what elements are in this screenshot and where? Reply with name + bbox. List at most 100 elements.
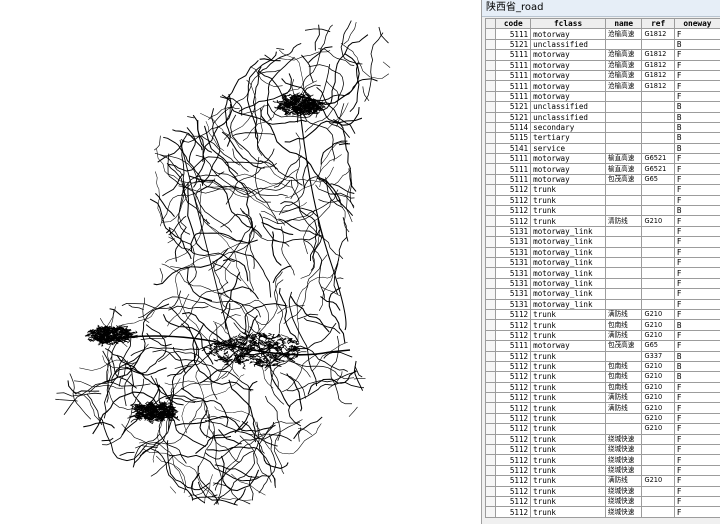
table-row[interactable]: 5112 trunk 满防线 G210 F [484, 308, 720, 321]
cell-oneway[interactable]: F [673, 277, 720, 290]
cell-name[interactable] [604, 412, 643, 425]
table-row[interactable]: 5112 trunk 绕城快速 F [484, 464, 720, 477]
cell-fclass[interactable]: motorway [530, 153, 606, 165]
cell-oneway[interactable]: F [673, 402, 720, 414]
table-row[interactable]: 5112 trunk 满防线 G210 F [484, 392, 720, 404]
table-row[interactable]: 5112 trunk 清防线 G210 F [484, 215, 720, 227]
cell-oneway[interactable]: F [673, 464, 720, 477]
row-selector[interactable] [484, 329, 497, 342]
cell-oneway[interactable]: F [673, 194, 720, 207]
cell-fclass[interactable]: motorway_link [530, 277, 606, 290]
table-row[interactable]: 5112 trunk F [484, 184, 720, 196]
row-selector[interactable] [484, 246, 497, 259]
cell-code[interactable]: 5141 [495, 142, 532, 155]
cell-oneway[interactable]: F [673, 215, 720, 227]
cell-oneway[interactable]: B [673, 360, 720, 373]
cell-ref[interactable] [641, 225, 675, 238]
row-selector[interactable] [484, 215, 497, 227]
cell-fclass[interactable]: motorway [530, 80, 606, 92]
column-header-name[interactable]: name [604, 17, 643, 30]
row-selector[interactable] [484, 256, 497, 269]
cell-oneway[interactable]: F [673, 236, 720, 248]
cell-ref[interactable]: G210 [641, 381, 675, 394]
cell-oneway[interactable]: F [673, 173, 720, 186]
table-row[interactable]: 5131 motorway_link F [484, 236, 720, 248]
table-row[interactable]: 5131 motorway_link F [484, 267, 720, 279]
column-header-ref[interactable]: ref [641, 17, 675, 30]
cell-code[interactable]: 5114 [495, 121, 532, 134]
row-selector[interactable] [484, 485, 497, 497]
cell-name[interactable]: 满防线 [604, 402, 643, 414]
cell-fclass[interactable]: motorway [530, 49, 606, 61]
row-selector[interactable] [484, 69, 497, 82]
cell-oneway[interactable]: F [673, 454, 720, 466]
cell-oneway[interactable]: F [673, 288, 720, 300]
table-row[interactable]: 5111 motorway F [484, 90, 720, 103]
cell-code[interactable]: 5112 [495, 205, 532, 217]
table-row[interactable]: 5112 trunk 绕城快速 F [484, 433, 720, 446]
cell-code[interactable]: 5111 [495, 340, 532, 352]
cell-code[interactable]: 5111 [495, 28, 532, 40]
table-row[interactable]: 5112 trunk G210 F [484, 423, 720, 435]
table-row[interactable]: 5112 trunk 绕城快速 F [484, 443, 720, 456]
cell-fclass[interactable]: trunk [530, 319, 606, 331]
table-row[interactable]: 5111 motorway 榆直高速 G6521 F [484, 153, 720, 165]
cell-fclass[interactable]: motorway [530, 69, 606, 82]
table-row[interactable]: 5131 motorway_link F [484, 246, 720, 259]
row-selector[interactable] [484, 308, 497, 321]
row-selector[interactable] [484, 236, 497, 248]
cell-ref[interactable] [641, 101, 675, 113]
cell-ref[interactable] [641, 246, 675, 259]
row-selector[interactable] [484, 194, 497, 207]
cell-code[interactable]: 5112 [495, 381, 532, 394]
cell-ref[interactable]: G210 [641, 308, 675, 321]
cell-code[interactable]: 5131 [495, 277, 532, 290]
cell-oneway[interactable]: B [673, 38, 720, 51]
cell-name[interactable]: 沧榆高速 [604, 59, 643, 71]
cell-ref[interactable]: G210 [641, 371, 675, 383]
cell-fclass[interactable]: trunk [530, 443, 606, 456]
cell-ref[interactable] [641, 277, 675, 290]
cell-oneway[interactable]: F [673, 475, 720, 487]
cell-ref[interactable] [641, 288, 675, 300]
cell-oneway[interactable]: F [673, 495, 720, 508]
cell-fclass[interactable]: trunk [530, 475, 606, 487]
cell-fclass[interactable]: trunk [530, 329, 606, 342]
row-selector[interactable] [484, 288, 497, 300]
cell-name[interactable]: 包南线 [604, 371, 643, 383]
cell-name[interactable]: 绕城快速 [604, 464, 643, 477]
cell-fclass[interactable]: unclassified [530, 101, 606, 113]
cell-code[interactable]: 5112 [495, 485, 532, 497]
row-selector[interactable] [484, 80, 497, 92]
row-selector[interactable] [484, 90, 497, 103]
cell-code[interactable]: 5111 [495, 49, 532, 61]
cell-fclass[interactable]: trunk [530, 433, 606, 446]
cell-fclass[interactable]: trunk [530, 360, 606, 373]
cell-code[interactable]: 5131 [495, 225, 532, 238]
cell-oneway[interactable]: F [673, 443, 720, 456]
row-selector[interactable] [484, 49, 497, 61]
cell-code[interactable]: 5131 [495, 236, 532, 248]
cell-fclass[interactable]: motorway_link [530, 225, 606, 238]
cell-name[interactable]: 榆直高速 [604, 163, 643, 175]
cell-name[interactable] [604, 256, 643, 269]
map-view[interactable] [0, 0, 480, 524]
cell-fclass[interactable]: trunk [530, 350, 606, 362]
cell-fclass[interactable]: motorway [530, 59, 606, 71]
cell-name[interactable]: 沧榆高速 [604, 80, 643, 92]
cell-code[interactable]: 5111 [495, 153, 532, 165]
cell-ref[interactable]: G1812 [641, 69, 675, 82]
cell-fclass[interactable]: trunk [530, 215, 606, 227]
cell-fclass[interactable]: motorway [530, 340, 606, 352]
cell-name[interactable] [604, 246, 643, 259]
cell-code[interactable]: 5131 [495, 288, 532, 300]
row-selector[interactable] [484, 267, 497, 279]
cell-ref[interactable]: G210 [641, 360, 675, 373]
cell-name[interactable]: 沧榆高速 [604, 49, 643, 61]
cell-code[interactable]: 5112 [495, 433, 532, 446]
cell-ref[interactable] [641, 495, 675, 508]
cell-oneway[interactable]: B [673, 371, 720, 383]
row-selector[interactable] [484, 340, 497, 352]
cell-name[interactable] [604, 205, 643, 217]
cell-fclass[interactable]: unclassified [530, 38, 606, 51]
